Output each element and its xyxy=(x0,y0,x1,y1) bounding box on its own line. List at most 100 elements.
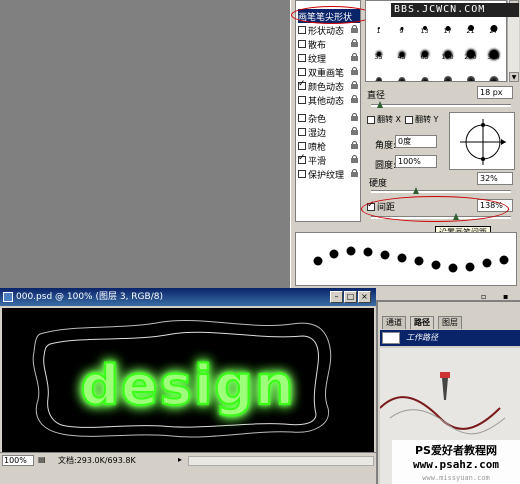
brush-tip-size: 1 xyxy=(376,27,381,35)
category-label: 杂色 xyxy=(308,114,327,125)
brush-tip[interactable]: 17 xyxy=(436,19,459,35)
stroke-preview-graphic xyxy=(313,246,509,273)
category-label: 双重画笔 xyxy=(308,68,345,79)
hardness-label: 硬度 xyxy=(369,179,388,189)
status-menu-icon[interactable]: ▤ xyxy=(38,455,46,464)
angle-input[interactable]: 0度 xyxy=(395,135,437,148)
zoom-field[interactable]: 100% xyxy=(2,455,34,466)
category-checkbox[interactable] xyxy=(298,170,306,178)
path-row[interactable]: 工作路径 xyxy=(380,330,520,346)
category-shape-dynamics[interactable]: 形状动态 xyxy=(298,23,360,37)
roundness-input[interactable]: 100% xyxy=(395,155,437,168)
flip-x-checkbox[interactable]: 翻转 X xyxy=(367,114,401,125)
horizontal-scrollbar[interactable] xyxy=(188,456,374,466)
category-checkbox[interactable] xyxy=(298,40,306,48)
diameter-input[interactable]: 18 px xyxy=(477,86,513,99)
category-airbrush[interactable]: 喷枪 xyxy=(298,139,360,153)
category-checkbox[interactable] xyxy=(298,142,306,150)
brush-tip[interactable]: 35 xyxy=(367,45,390,61)
category-dual-brush[interactable]: 双重画笔 xyxy=(298,65,360,79)
brushes-panel: 画笔笔尖形状 形状动态 散布 纹理 双重画笔 颜色动态 xyxy=(290,0,520,301)
brush-tip[interactable]: 14 xyxy=(367,71,390,81)
category-checkbox[interactable] xyxy=(298,68,306,76)
watermark-line1: PS爱好者教程网 xyxy=(415,444,497,457)
brush-tip[interactable]: 9 xyxy=(390,19,413,35)
brush-tip[interactable]: 300 xyxy=(482,45,505,61)
category-protect-texture[interactable]: 保护纹理 xyxy=(298,167,360,181)
brush-tip[interactable]: 59 xyxy=(482,71,505,81)
lock-icon xyxy=(351,39,358,48)
flip-y-checkbox[interactable]: 翻转 Y xyxy=(405,114,438,125)
maximize-button[interactable]: □ xyxy=(344,291,357,303)
watermark-bottom: PS爱好者教程网 www.psahz.com www.missyuan.com xyxy=(392,440,520,484)
tab-layers[interactable]: 图层 xyxy=(438,316,462,329)
category-checkbox[interactable] xyxy=(298,26,306,34)
annotation-oval xyxy=(361,196,509,222)
category-color-dynamics[interactable]: 颜色动态 xyxy=(298,79,360,93)
hardness-input[interactable]: 32% xyxy=(477,172,513,185)
category-checkbox[interactable] xyxy=(298,114,306,122)
diameter-slider[interactable] xyxy=(371,104,511,107)
status-arrow-icon[interactable]: ▸ xyxy=(178,455,182,464)
tab-channels[interactable]: 通道 xyxy=(382,316,406,329)
brush-tip-size: 100 xyxy=(441,53,454,61)
brush-tip[interactable]: 1 xyxy=(367,19,390,35)
category-checkbox[interactable] xyxy=(298,96,306,104)
category-scattering[interactable]: 散布 xyxy=(298,37,360,51)
category-label: 湿边 xyxy=(308,128,327,139)
scroll-down-icon[interactable]: ▼ xyxy=(509,72,519,82)
watermark-line2: www.psahz.com xyxy=(412,458,500,471)
hardness-slider[interactable] xyxy=(371,190,511,193)
document-title-bar[interactable]: 000.psd @ 100% (图层 3, RGB/8) xyxy=(0,288,376,306)
annotation-oval xyxy=(291,6,373,24)
category-checkbox[interactable] xyxy=(298,153,306,164)
angle-roundness-widget[interactable] xyxy=(449,112,515,170)
document-icon xyxy=(3,292,13,302)
category-label: 形状动态 xyxy=(308,26,345,37)
brush-tip[interactable]: 100 xyxy=(436,45,459,61)
brush-tip[interactable]: 24 xyxy=(390,71,413,81)
brush-tip-size: 14 xyxy=(367,79,390,81)
brush-tip-size: 39 xyxy=(436,79,459,81)
brush-tip-size: 27 xyxy=(489,27,498,35)
brush-tip-size: 35 xyxy=(374,53,383,61)
brush-tip-size: 200 xyxy=(464,53,477,61)
minimize-button[interactable]: – xyxy=(330,291,343,303)
angle-label: 角度: xyxy=(375,141,397,151)
brush-tip[interactable]: 65 xyxy=(413,45,436,61)
category-smoothing[interactable]: 平滑 xyxy=(298,153,360,167)
document-window: 000.psd @ 100% (图层 3, RGB/8) – □ × desig… xyxy=(0,288,376,484)
crosshair-icon xyxy=(460,119,506,165)
lock-icon xyxy=(351,53,358,62)
brush-tip[interactable]: 13 xyxy=(413,19,436,35)
document-canvas[interactable]: design xyxy=(2,308,374,454)
path-name: 工作路径 xyxy=(406,333,438,342)
brush-tip[interactable]: 27 xyxy=(482,19,505,35)
brush-tip[interactable]: 46 xyxy=(459,71,482,81)
category-wet-edges[interactable]: 湿边 xyxy=(298,125,360,139)
brush-tip[interactable]: 21 xyxy=(459,19,482,35)
lock-icon xyxy=(351,81,358,90)
category-checkbox[interactable] xyxy=(298,79,306,90)
brush-tip-size: 24 xyxy=(390,79,413,81)
category-checkbox[interactable] xyxy=(298,54,306,62)
brush-tip[interactable]: 39 xyxy=(436,71,459,81)
close-button[interactable]: × xyxy=(358,291,371,303)
category-texture[interactable]: 纹理 xyxy=(298,51,360,65)
brush-tip-size: 45 xyxy=(397,53,406,61)
trash-icon[interactable]: ▪ xyxy=(503,292,508,301)
watermark-top: BBS.JCWCN.COM xyxy=(391,3,519,17)
brush-tip-size: 13 xyxy=(420,27,429,35)
brush-tip[interactable]: 27 xyxy=(413,71,436,81)
brush-tip-size: 21 xyxy=(466,27,475,35)
category-label: 散布 xyxy=(308,40,327,51)
brush-tip[interactable]: 200 xyxy=(459,45,482,61)
category-other-dynamics[interactable]: 其他动态 xyxy=(298,93,360,107)
tab-paths[interactable]: 路径 xyxy=(410,316,434,329)
category-label: 其他动态 xyxy=(308,96,345,107)
roundness-label: 圆度: xyxy=(375,161,397,171)
brush-tip[interactable]: 45 xyxy=(390,45,413,61)
category-checkbox[interactable] xyxy=(298,128,306,136)
new-brush-icon[interactable]: ▫ xyxy=(481,292,486,301)
category-noise[interactable]: 杂色 xyxy=(298,111,360,125)
